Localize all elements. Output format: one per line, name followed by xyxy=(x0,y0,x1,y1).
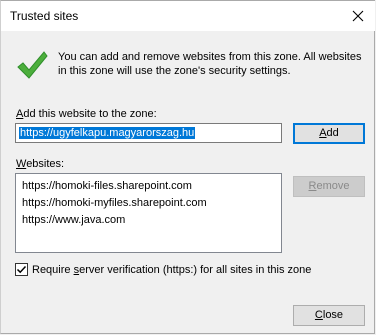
websites-label-rest: ebsites: xyxy=(26,158,65,170)
trusted-sites-dialog: Trusted sites You can add and remove web… xyxy=(0,0,375,334)
list-item[interactable]: https://www.java.com xyxy=(22,212,275,229)
require-verification-row: Require server verification (https:) for… xyxy=(15,263,311,276)
remove-button-rest: emove xyxy=(316,180,350,192)
zone-info-text: You can add and remove websites from thi… xyxy=(58,51,362,77)
close-button-mnemonic: C xyxy=(314,309,323,321)
close-icon xyxy=(352,10,364,22)
add-website-label: Add this website to the zone: xyxy=(16,108,157,120)
website-url-input[interactable]: https://ugyfelkapu.magyarorszag.hu xyxy=(15,123,282,143)
require-label-after: erver verification (https:) for all site… xyxy=(79,263,312,276)
require-label-before: Require xyxy=(32,263,74,276)
close-button-rest: lose xyxy=(322,309,344,321)
websites-list[interactable]: https://homoki-files.sharepoint.com http… xyxy=(15,173,282,253)
add-label-rest: dd this website to the zone: xyxy=(23,108,157,120)
require-verification-label[interactable]: Require server verification (https:) for… xyxy=(32,264,311,276)
remove-button[interactable]: Remove xyxy=(293,176,365,197)
add-button-mnemonic: A xyxy=(319,127,327,139)
checkbox-checkmark-icon xyxy=(16,265,27,274)
add-button[interactable]: Add xyxy=(293,123,365,144)
close-button[interactable]: Close xyxy=(293,305,365,326)
list-item[interactable]: https://homoki-myfiles.sharepoint.com xyxy=(22,195,275,212)
add-button-rest: dd xyxy=(326,127,339,139)
window-close-button[interactable] xyxy=(341,1,375,31)
title-bar: Trusted sites xyxy=(1,1,375,31)
websites-label-mnemonic: W xyxy=(16,158,27,170)
list-item[interactable]: https://homoki-files.sharepoint.com xyxy=(22,178,275,195)
window-title: Trusted sites xyxy=(10,9,79,23)
website-url-value: https://ugyfelkapu.magyarorszag.hu xyxy=(19,127,196,139)
websites-label: Websites: xyxy=(16,158,64,170)
require-verification-checkbox[interactable] xyxy=(15,263,28,276)
checkmark-icon xyxy=(17,51,48,79)
